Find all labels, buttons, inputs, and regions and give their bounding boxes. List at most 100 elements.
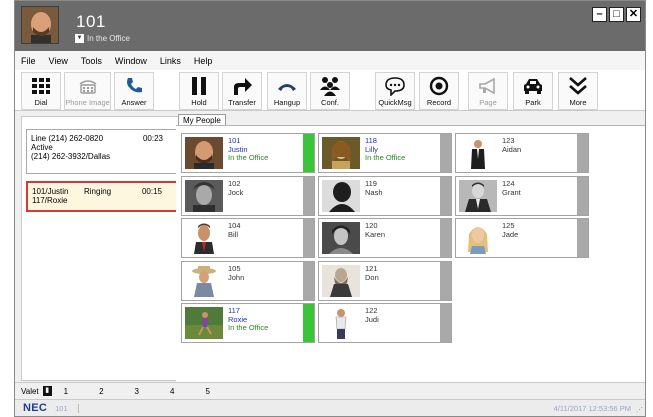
ringing-call-card[interactable]: 101/Justin Ringing 00:15 117/Roxie bbox=[26, 181, 178, 212]
call-caller: (214) 262-3932/Dallas bbox=[31, 152, 111, 161]
phone-image-button[interactable]: Phone Image bbox=[64, 72, 111, 110]
window-controls: – □ ✕ bbox=[592, 7, 641, 22]
menu-view[interactable]: View bbox=[49, 56, 68, 66]
contact-status: In the Office bbox=[365, 153, 406, 162]
valet-bar: Valet ▮ 1 2 3 4 5 bbox=[15, 382, 645, 399]
close-button[interactable]: ✕ bbox=[626, 7, 641, 22]
phone-image-icon bbox=[65, 75, 110, 97]
contact-card-101[interactable]: 101 Justin In the Office bbox=[181, 133, 315, 173]
phone-client-window: 101 ▼ In the Office – □ ✕ File View Tool… bbox=[14, 0, 646, 417]
hangup-button[interactable]: Hangup bbox=[267, 72, 307, 110]
active-call-card[interactable]: Line (214) 262-0820 00:23 Active (214) 2… bbox=[26, 129, 178, 174]
valet-slot-3[interactable]: 3 bbox=[135, 387, 139, 396]
contact-photo bbox=[185, 137, 223, 169]
valet-slot-2[interactable]: 2 bbox=[99, 387, 103, 396]
more-icon bbox=[559, 75, 597, 97]
transfer-button[interactable]: Transfer bbox=[222, 72, 262, 110]
presence-indicator bbox=[303, 134, 314, 172]
ringing-state: Ringing bbox=[84, 187, 112, 196]
park-label: Park bbox=[525, 98, 541, 107]
quickmsg-icon bbox=[376, 75, 414, 97]
contact-card-117[interactable]: 117 Roxie In the Office bbox=[181, 303, 315, 343]
page-icon bbox=[469, 75, 507, 97]
more-label: More bbox=[569, 98, 587, 107]
contact-status: In the Office bbox=[228, 153, 269, 162]
answer-button[interactable]: Answer bbox=[114, 72, 154, 110]
page-button[interactable]: Page bbox=[468, 72, 508, 110]
contact-photo bbox=[322, 137, 360, 169]
menu-window[interactable]: Window bbox=[115, 56, 147, 66]
status-dropdown-icon[interactable]: ▼ bbox=[75, 34, 84, 43]
toolbar: Dial Phone Image Answer Hold Transfer Ha… bbox=[15, 70, 645, 111]
presence-indicator bbox=[303, 304, 314, 342]
contact-card-123[interactable]: 123 Aidan bbox=[455, 133, 589, 173]
contact-name: Judi bbox=[365, 314, 379, 324]
menu-links[interactable]: Links bbox=[160, 56, 181, 66]
contact-name: Bill bbox=[228, 229, 239, 239]
conference-button[interactable]: Conf. bbox=[310, 72, 350, 110]
minimize-button[interactable]: – bbox=[592, 7, 607, 22]
contact-name: John bbox=[228, 272, 245, 282]
menu-bar: File View Tools Window Links Help bbox=[15, 51, 645, 70]
status-datetime: 4/11/2017 12:53:56 PM bbox=[553, 403, 631, 413]
contact-card-124[interactable]: 124 Grant bbox=[455, 176, 589, 216]
contact-card-120[interactable]: 120 Karen bbox=[318, 218, 452, 258]
contact-name: Jade bbox=[502, 229, 519, 239]
contact-name: Jock bbox=[228, 187, 244, 197]
contact-status: In the Office bbox=[228, 323, 269, 332]
contact-card-105[interactable]: 105 John bbox=[181, 261, 315, 301]
hold-icon bbox=[180, 75, 218, 97]
maximize-button[interactable]: □ bbox=[609, 7, 624, 22]
quickmsg-button[interactable]: QuickMsg bbox=[375, 72, 415, 110]
valet-icon[interactable]: ▮ bbox=[42, 386, 52, 396]
menu-help[interactable]: Help bbox=[194, 56, 213, 66]
dial-button[interactable]: Dial bbox=[21, 72, 61, 110]
valet-slot-1[interactable]: 1 bbox=[64, 387, 68, 396]
contact-photo bbox=[185, 222, 223, 254]
valet-label: Valet bbox=[21, 386, 39, 396]
contact-photo bbox=[322, 222, 360, 254]
presence-indicator bbox=[440, 304, 451, 342]
answer-label: Answer bbox=[121, 98, 147, 107]
hold-button[interactable]: Hold bbox=[179, 72, 219, 110]
user-extension: 101 bbox=[76, 12, 106, 31]
valet-slot-5[interactable]: 5 bbox=[205, 387, 209, 396]
conference-icon bbox=[311, 75, 349, 97]
transfer-icon bbox=[223, 75, 261, 97]
more-button[interactable]: More bbox=[558, 72, 598, 110]
hangup-icon bbox=[268, 75, 306, 97]
contact-card-118[interactable]: 118 Lilly In the Office bbox=[318, 133, 452, 173]
contact-card-102[interactable]: 102 Jock bbox=[181, 176, 315, 216]
contact-name: Nash bbox=[365, 187, 383, 197]
contact-card-125[interactable]: 125 Jade bbox=[455, 218, 589, 258]
resize-grip-icon[interactable]: ⋰ bbox=[636, 406, 643, 414]
user-avatar[interactable] bbox=[21, 6, 59, 44]
park-button[interactable]: Park bbox=[513, 72, 553, 110]
presence-indicator bbox=[440, 177, 451, 215]
contact-card-104[interactable]: 104 Bill bbox=[181, 218, 315, 258]
call-state: Active bbox=[31, 143, 53, 152]
record-button[interactable]: Record bbox=[419, 72, 459, 110]
dial-label: Dial bbox=[34, 98, 48, 107]
nec-logo: NEC bbox=[23, 402, 48, 414]
contact-card-122[interactable]: 122 Judi bbox=[318, 303, 452, 343]
presence-indicator bbox=[440, 219, 451, 257]
contact-name: Don bbox=[365, 272, 379, 282]
contact-name: Karen bbox=[365, 229, 386, 239]
contact-card-119[interactable]: 119 Nash bbox=[318, 176, 452, 216]
contact-card-121[interactable]: 121 Don bbox=[318, 261, 452, 301]
record-icon bbox=[420, 75, 458, 97]
presence-indicator bbox=[440, 134, 451, 172]
valet-slot-4[interactable]: 4 bbox=[170, 387, 174, 396]
page-label: Page bbox=[479, 98, 497, 107]
menu-file[interactable]: File bbox=[21, 56, 36, 66]
park-icon bbox=[514, 75, 552, 97]
ringing-to: 117/Roxie bbox=[32, 196, 68, 205]
contact-photo bbox=[185, 180, 223, 212]
user-status[interactable]: In the Office bbox=[87, 34, 130, 43]
menu-tools[interactable]: Tools bbox=[81, 56, 102, 66]
presence-indicator bbox=[303, 219, 314, 257]
transfer-label: Transfer bbox=[228, 98, 256, 107]
presence-indicator bbox=[303, 262, 314, 300]
presence-indicator bbox=[440, 262, 451, 300]
